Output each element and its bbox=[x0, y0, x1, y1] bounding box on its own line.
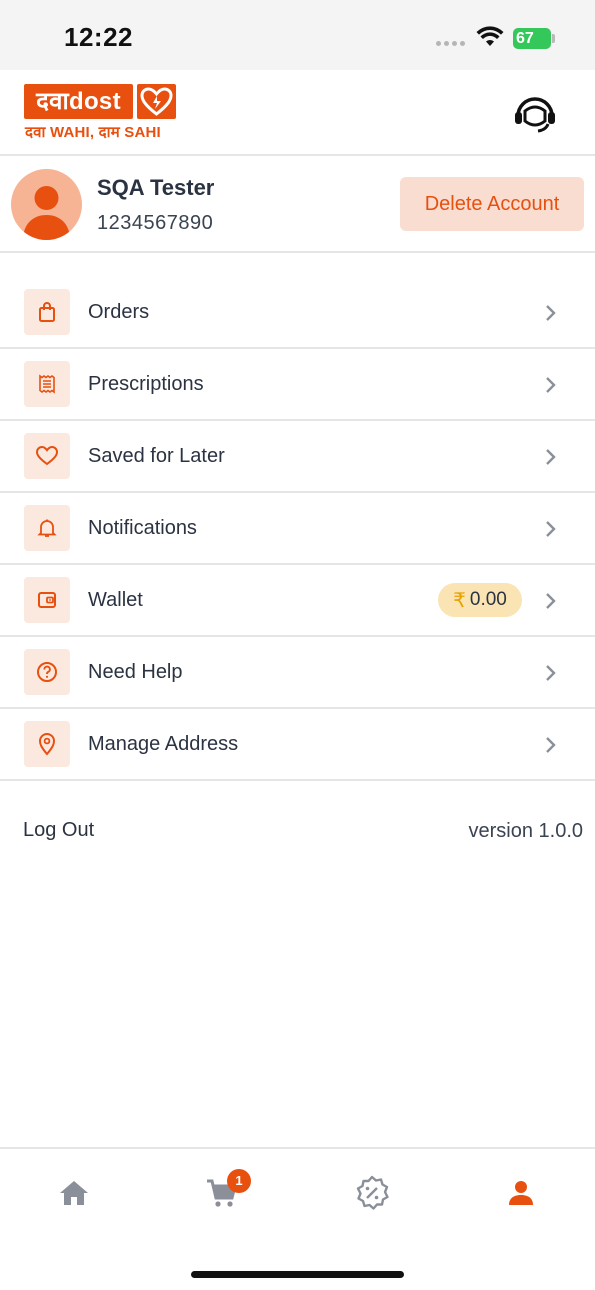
account-menu: Orders Prescriptions Saved for Later Not… bbox=[0, 277, 595, 781]
menu-item-notifications[interactable]: Notifications bbox=[0, 493, 595, 565]
app-version: version 1.0.0 bbox=[468, 820, 583, 842]
nav-offers[interactable] bbox=[352, 1173, 392, 1213]
logo-wordmark: दवाdost bbox=[24, 84, 133, 119]
battery-icon: 67 bbox=[513, 28, 551, 49]
chevron-right-icon bbox=[546, 377, 556, 393]
profile-section: SQA Tester 1234567890 Delete Account bbox=[0, 156, 595, 253]
home-icon bbox=[60, 1181, 88, 1205]
rupee-symbol: ₹ bbox=[453, 589, 466, 612]
battery-nub bbox=[552, 34, 555, 43]
logout-button[interactable]: Log Out bbox=[23, 819, 94, 842]
battery-level: 67 bbox=[516, 30, 534, 47]
menu-label: Need Help bbox=[88, 661, 183, 683]
headset-icon[interactable] bbox=[512, 94, 558, 134]
chevron-right-icon bbox=[546, 449, 556, 465]
bottom-nav: 1 bbox=[0, 1147, 595, 1290]
receipt-icon bbox=[24, 361, 70, 407]
chevron-right-icon bbox=[546, 737, 556, 753]
user-phone: 1234567890 bbox=[97, 212, 214, 234]
menu-label: Prescriptions bbox=[88, 373, 204, 395]
menu-item-saved-for-later[interactable]: Saved for Later bbox=[0, 421, 595, 493]
nav-home[interactable] bbox=[54, 1173, 94, 1213]
chevron-right-icon bbox=[546, 521, 556, 537]
menu-label: Notifications bbox=[88, 517, 197, 539]
menu-item-need-help[interactable]: Need Help bbox=[0, 637, 595, 709]
brand-logo[interactable]: दवाdost दवा WAHI, दाम SAHI bbox=[24, 84, 180, 141]
wallet-balance: 0.00 bbox=[469, 589, 507, 610]
delete-account-button[interactable]: Delete Account bbox=[400, 177, 584, 231]
menu-label: Orders bbox=[88, 301, 150, 323]
status-bar: 12:22 67 bbox=[0, 0, 595, 70]
menu-item-prescriptions[interactable]: Prescriptions bbox=[0, 349, 595, 421]
wallet-icon bbox=[24, 577, 70, 623]
menu-label: Wallet bbox=[88, 589, 143, 611]
avatar bbox=[11, 169, 82, 240]
heart-logo-icon bbox=[137, 84, 176, 119]
bell-icon bbox=[24, 505, 70, 551]
logo-tagline: दवा WAHI, दाम SAHI bbox=[25, 124, 161, 141]
location-pin-icon bbox=[24, 721, 70, 767]
chevron-right-icon bbox=[546, 305, 556, 321]
chevron-right-icon bbox=[546, 665, 556, 681]
menu-item-wallet[interactable]: Wallet ₹ 0.00 bbox=[0, 565, 595, 637]
menu-item-orders[interactable]: Orders bbox=[0, 277, 595, 349]
profile-icon bbox=[509, 1181, 533, 1205]
menu-label: Saved for Later bbox=[88, 445, 225, 467]
status-time: 12:22 bbox=[64, 22, 133, 52]
menu-label: Manage Address bbox=[88, 733, 239, 755]
user-name: SQA Tester bbox=[97, 175, 215, 200]
offers-icon bbox=[356, 1175, 389, 1210]
chevron-right-icon bbox=[546, 593, 556, 609]
cart-count-badge: 1 bbox=[227, 1169, 251, 1193]
help-circle-icon bbox=[24, 649, 70, 695]
signal-icon bbox=[436, 41, 465, 46]
menu-item-manage-address[interactable]: Manage Address bbox=[0, 709, 595, 781]
wallet-balance-badge: ₹ 0.00 bbox=[438, 583, 522, 617]
app-header: दवाdost दवा WAHI, दाम SAHI bbox=[0, 70, 595, 156]
home-indicator bbox=[191, 1271, 404, 1278]
heart-icon bbox=[24, 433, 70, 479]
shopping-bag-icon bbox=[24, 289, 70, 335]
user-avatar-icon bbox=[23, 186, 70, 240]
wifi-icon bbox=[476, 26, 504, 46]
nav-profile[interactable] bbox=[501, 1173, 541, 1213]
